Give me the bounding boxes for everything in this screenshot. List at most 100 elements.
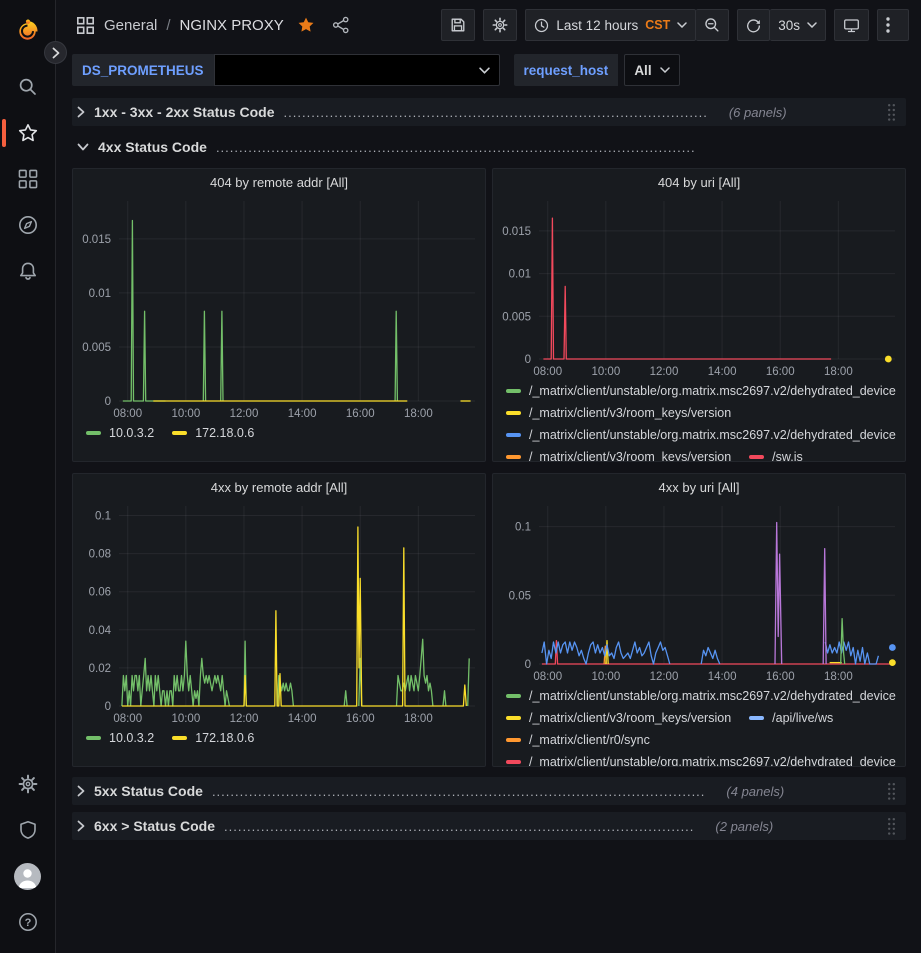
chevron-down-icon	[479, 67, 490, 74]
favorite-star-button[interactable]	[293, 12, 319, 38]
request-host-select[interactable]: All	[624, 54, 679, 86]
grafana-logo[interactable]	[8, 10, 48, 50]
refresh-controls: 30s	[737, 9, 826, 41]
legend-item[interactable]: /api/live/ws	[749, 711, 833, 725]
breadcrumb-dashboard-title[interactable]: NGINX PROXY	[180, 17, 284, 34]
chevron-down-icon	[807, 22, 817, 28]
row-drag-handle[interactable]	[887, 817, 896, 836]
panel-title[interactable]: 4xx by remote addr [All]	[73, 474, 485, 496]
svg-text:16:00: 16:00	[766, 671, 795, 683]
row-5xx[interactable]: 5xx Status Code ........................…	[72, 777, 906, 805]
svg-text:10:00: 10:00	[591, 366, 620, 378]
svg-text:0: 0	[525, 659, 531, 671]
legend-item[interactable]: 172.18.0.6	[172, 426, 254, 440]
legend-series-label: /api/live/ws	[772, 711, 833, 725]
chevron-right-icon	[77, 106, 85, 118]
legend-item[interactable]: 10.0.3.2	[86, 426, 154, 440]
legend-series-color	[172, 736, 187, 740]
share-button[interactable]	[328, 12, 354, 38]
legend-series-label: 172.18.0.6	[195, 731, 254, 745]
legend-item[interactable]: /_matrix/client/unstable/org.matrix.msc2…	[506, 384, 896, 398]
svg-text:0.1: 0.1	[95, 511, 111, 523]
row-title: 5xx Status Code	[94, 783, 203, 799]
row-drag-handle[interactable]	[887, 103, 896, 122]
sidebar-expand-button[interactable]	[44, 41, 67, 64]
chart-legend: 10.0.3.2 172.18.0.6	[73, 728, 485, 766]
sidebar-item-starred[interactable]	[0, 110, 56, 156]
svg-text:0.01: 0.01	[509, 269, 531, 281]
sidebar-item-search[interactable]	[0, 64, 56, 110]
legend-item[interactable]: /_matrix/client/unstable/org.matrix.msc2…	[506, 428, 896, 442]
datasource-select[interactable]	[214, 54, 500, 86]
panel-4xx-by-remote-addr: 4xx by remote addr [All] 08:0010:0012:00…	[72, 473, 486, 767]
svg-text:0: 0	[525, 354, 531, 366]
timeseries-chart[interactable]: 08:0010:0012:0014:0016:0018:0000.0050.01…	[493, 191, 905, 381]
legend-series-label: 10.0.3.2	[109, 426, 154, 440]
panel-title[interactable]: 404 by remote addr [All]	[73, 169, 485, 191]
legend-series-label: /_matrix/client/v3/room_keys/version	[529, 406, 731, 420]
refresh-interval-dropdown[interactable]: 30s	[770, 9, 826, 41]
cycle-view-mode-button[interactable]	[834, 9, 869, 41]
legend-series-color	[749, 455, 764, 459]
sidebar-item-configuration[interactable]	[0, 761, 56, 807]
dashboard-canvas: 1xx - 3xx - 2xx Status Code ............…	[56, 96, 921, 953]
timeseries-chart[interactable]: 08:0010:0012:0014:0016:0018:0000.0050.01…	[73, 191, 485, 423]
sidebar-item-server-admin[interactable]	[0, 807, 56, 853]
refresh-interval-label: 30s	[778, 18, 800, 33]
legend-item[interactable]: /_matrix/client/r0/sync	[506, 733, 650, 747]
sidebar-item-explore[interactable]	[0, 202, 56, 248]
legend-item[interactable]: /sw.js	[749, 450, 803, 461]
breadcrumb-folder[interactable]: General	[104, 17, 157, 34]
svg-text:16:00: 16:00	[346, 408, 375, 420]
dashboard-settings-button[interactable]	[483, 9, 517, 41]
legend-item[interactable]: 10.0.3.2	[86, 731, 154, 745]
timeseries-chart[interactable]: 08:0010:0012:0014:0016:0018:0000.020.040…	[73, 496, 485, 728]
legend-series-label: /_matrix/client/r0/sync	[529, 733, 650, 747]
kebab-menu-icon	[886, 17, 890, 33]
chevron-down-icon	[660, 67, 670, 73]
row-6xx[interactable]: 6xx > Status Code ......................…	[72, 812, 906, 840]
panel-title[interactable]: 4xx by uri [All]	[493, 474, 905, 496]
svg-text:12:00: 12:00	[230, 408, 259, 420]
legend-item[interactable]: /_matrix/client/unstable/org.matrix.msc2…	[506, 689, 896, 703]
legend-item[interactable]: /_matrix/client/unstable/org.matrix.msc2…	[506, 755, 896, 766]
sidebar-item-dashboards[interactable]	[0, 156, 56, 202]
row-leader-dots: ........................................…	[224, 819, 694, 834]
legend-series-label: /_matrix/client/v3/room_keys/version	[529, 450, 731, 461]
svg-text:14:00: 14:00	[288, 713, 317, 725]
chart-canvas[interactable]: 08:0010:0012:0014:0016:0018:0000.050.1	[493, 496, 905, 686]
zoom-out-button[interactable]	[696, 9, 729, 41]
legend-item[interactable]: /_matrix/client/v3/room_keys/version	[506, 450, 731, 461]
legend-series-color	[506, 433, 521, 437]
svg-text:10:00: 10:00	[591, 671, 620, 683]
refresh-button[interactable]	[737, 9, 770, 41]
svg-text:0.06: 0.06	[89, 587, 111, 599]
sidebar-item-alerting[interactable]	[0, 248, 56, 294]
row-4xx[interactable]: 4xx Status Code ........................…	[72, 133, 906, 161]
chart-canvas[interactable]: 08:0010:0012:0014:0016:0018:0000.0050.01…	[73, 191, 485, 423]
legend-item[interactable]: /_matrix/client/v3/room_keys/version	[506, 406, 731, 420]
sidebar-item-help[interactable]: ?	[0, 899, 56, 945]
legend-item[interactable]: 172.18.0.6	[172, 731, 254, 745]
share-icon	[332, 16, 350, 34]
row-panel-count: (2 panels)	[715, 819, 773, 834]
legend-series-label: 172.18.0.6	[195, 426, 254, 440]
shield-icon	[18, 820, 38, 840]
svg-text:10:00: 10:00	[171, 408, 200, 420]
chart-canvas[interactable]: 08:0010:0012:0014:0016:0018:0000.020.040…	[73, 496, 485, 728]
time-range-picker[interactable]: Last 12 hours CST	[525, 9, 696, 41]
panel-title[interactable]: 404 by uri [All]	[493, 169, 905, 191]
svg-text:?: ?	[24, 917, 31, 929]
timeseries-chart[interactable]: 08:0010:0012:0014:0016:0018:0000.050.1	[493, 496, 905, 686]
svg-text:0.1: 0.1	[515, 522, 531, 534]
panel-4xx-by-uri: 4xx by uri [All] 08:0010:0012:0014:0016:…	[492, 473, 906, 767]
row-1xx-3xx-2xx[interactable]: 1xx - 3xx - 2xx Status Code ............…	[72, 98, 906, 126]
svg-text:0.005: 0.005	[502, 311, 531, 323]
save-dashboard-button[interactable]	[441, 9, 475, 41]
legend-item[interactable]: /_matrix/client/v3/room_keys/version	[506, 711, 731, 725]
sidebar-item-profile[interactable]	[0, 853, 56, 899]
legend-series-color	[506, 738, 521, 742]
more-options-button[interactable]	[877, 9, 909, 41]
chart-canvas[interactable]: 08:0010:0012:0014:0016:0018:0000.0050.01…	[493, 191, 905, 381]
row-drag-handle[interactable]	[887, 782, 896, 801]
